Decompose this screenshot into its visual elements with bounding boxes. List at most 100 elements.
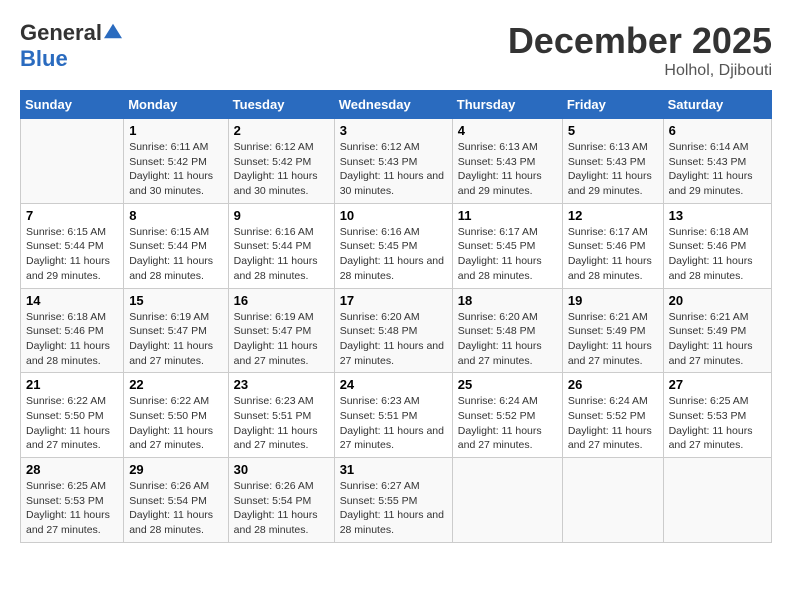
day-number: 1 [129, 123, 222, 138]
calendar-header-row: SundayMondayTuesdayWednesdayThursdayFrid… [21, 91, 772, 119]
cell-info: Sunrise: 6:27 AMSunset: 5:55 PMDaylight:… [340, 479, 447, 538]
calendar-cell [663, 458, 771, 543]
day-number: 5 [568, 123, 658, 138]
day-header-tuesday: Tuesday [228, 91, 334, 119]
cell-info: Sunrise: 6:13 AMSunset: 5:43 PMDaylight:… [568, 140, 658, 199]
calendar-cell: 31 Sunrise: 6:27 AMSunset: 5:55 PMDaylig… [334, 458, 452, 543]
day-header-monday: Monday [124, 91, 228, 119]
calendar-cell: 13 Sunrise: 6:18 AMSunset: 5:46 PMDaylig… [663, 203, 771, 288]
day-number: 28 [26, 462, 118, 477]
cell-info: Sunrise: 6:22 AMSunset: 5:50 PMDaylight:… [129, 394, 222, 453]
title-section: December 2025 Holhol, Djibouti [508, 20, 772, 80]
calendar-table: SundayMondayTuesdayWednesdayThursdayFrid… [20, 90, 772, 543]
calendar-cell: 28 Sunrise: 6:25 AMSunset: 5:53 PMDaylig… [21, 458, 124, 543]
calendar-cell: 14 Sunrise: 6:18 AMSunset: 5:46 PMDaylig… [21, 288, 124, 373]
day-header-sunday: Sunday [21, 91, 124, 119]
day-number: 17 [340, 293, 447, 308]
cell-info: Sunrise: 6:25 AMSunset: 5:53 PMDaylight:… [26, 479, 118, 538]
cell-info: Sunrise: 6:21 AMSunset: 5:49 PMDaylight:… [568, 310, 658, 369]
day-number: 12 [568, 208, 658, 223]
calendar-cell: 19 Sunrise: 6:21 AMSunset: 5:49 PMDaylig… [562, 288, 663, 373]
calendar-cell: 1 Sunrise: 6:11 AMSunset: 5:42 PMDayligh… [124, 119, 228, 204]
calendar-cell: 25 Sunrise: 6:24 AMSunset: 5:52 PMDaylig… [452, 373, 562, 458]
calendar-week-row: 7 Sunrise: 6:15 AMSunset: 5:44 PMDayligh… [21, 203, 772, 288]
calendar-cell: 21 Sunrise: 6:22 AMSunset: 5:50 PMDaylig… [21, 373, 124, 458]
day-header-saturday: Saturday [663, 91, 771, 119]
cell-info: Sunrise: 6:19 AMSunset: 5:47 PMDaylight:… [129, 310, 222, 369]
day-number: 9 [234, 208, 329, 223]
calendar-cell: 30 Sunrise: 6:26 AMSunset: 5:54 PMDaylig… [228, 458, 334, 543]
calendar-cell: 3 Sunrise: 6:12 AMSunset: 5:43 PMDayligh… [334, 119, 452, 204]
day-number: 15 [129, 293, 222, 308]
day-number: 23 [234, 377, 329, 392]
calendar-cell: 15 Sunrise: 6:19 AMSunset: 5:47 PMDaylig… [124, 288, 228, 373]
day-number: 26 [568, 377, 658, 392]
calendar-cell: 22 Sunrise: 6:22 AMSunset: 5:50 PMDaylig… [124, 373, 228, 458]
cell-info: Sunrise: 6:21 AMSunset: 5:49 PMDaylight:… [669, 310, 766, 369]
day-number: 24 [340, 377, 447, 392]
cell-info: Sunrise: 6:20 AMSunset: 5:48 PMDaylight:… [458, 310, 557, 369]
cell-info: Sunrise: 6:12 AMSunset: 5:43 PMDaylight:… [340, 140, 447, 199]
cell-info: Sunrise: 6:16 AMSunset: 5:44 PMDaylight:… [234, 225, 329, 284]
day-number: 7 [26, 208, 118, 223]
cell-info: Sunrise: 6:14 AMSunset: 5:43 PMDaylight:… [669, 140, 766, 199]
cell-info: Sunrise: 6:23 AMSunset: 5:51 PMDaylight:… [340, 394, 447, 453]
calendar-cell: 27 Sunrise: 6:25 AMSunset: 5:53 PMDaylig… [663, 373, 771, 458]
day-header-wednesday: Wednesday [334, 91, 452, 119]
calendar-week-row: 14 Sunrise: 6:18 AMSunset: 5:46 PMDaylig… [21, 288, 772, 373]
day-number: 18 [458, 293, 557, 308]
cell-info: Sunrise: 6:18 AMSunset: 5:46 PMDaylight:… [26, 310, 118, 369]
day-number: 30 [234, 462, 329, 477]
cell-info: Sunrise: 6:15 AMSunset: 5:44 PMDaylight:… [129, 225, 222, 284]
day-number: 10 [340, 208, 447, 223]
day-number: 2 [234, 123, 329, 138]
logo-icon [104, 22, 122, 40]
calendar-cell: 18 Sunrise: 6:20 AMSunset: 5:48 PMDaylig… [452, 288, 562, 373]
cell-info: Sunrise: 6:22 AMSunset: 5:50 PMDaylight:… [26, 394, 118, 453]
cell-info: Sunrise: 6:17 AMSunset: 5:45 PMDaylight:… [458, 225, 557, 284]
day-number: 21 [26, 377, 118, 392]
cell-info: Sunrise: 6:26 AMSunset: 5:54 PMDaylight:… [234, 479, 329, 538]
logo-general-text: General [20, 20, 102, 46]
day-number: 27 [669, 377, 766, 392]
cell-info: Sunrise: 6:24 AMSunset: 5:52 PMDaylight:… [458, 394, 557, 453]
calendar-cell: 11 Sunrise: 6:17 AMSunset: 5:45 PMDaylig… [452, 203, 562, 288]
cell-info: Sunrise: 6:13 AMSunset: 5:43 PMDaylight:… [458, 140, 557, 199]
cell-info: Sunrise: 6:16 AMSunset: 5:45 PMDaylight:… [340, 225, 447, 284]
calendar-cell: 17 Sunrise: 6:20 AMSunset: 5:48 PMDaylig… [334, 288, 452, 373]
day-number: 25 [458, 377, 557, 392]
cell-info: Sunrise: 6:20 AMSunset: 5:48 PMDaylight:… [340, 310, 447, 369]
cell-info: Sunrise: 6:11 AMSunset: 5:42 PMDaylight:… [129, 140, 222, 199]
cell-info: Sunrise: 6:12 AMSunset: 5:42 PMDaylight:… [234, 140, 329, 199]
day-number: 14 [26, 293, 118, 308]
day-number: 8 [129, 208, 222, 223]
day-number: 20 [669, 293, 766, 308]
day-number: 19 [568, 293, 658, 308]
day-number: 16 [234, 293, 329, 308]
cell-info: Sunrise: 6:25 AMSunset: 5:53 PMDaylight:… [669, 394, 766, 453]
day-number: 4 [458, 123, 557, 138]
calendar-week-row: 1 Sunrise: 6:11 AMSunset: 5:42 PMDayligh… [21, 119, 772, 204]
location: Holhol, Djibouti [508, 62, 772, 80]
calendar-cell: 16 Sunrise: 6:19 AMSunset: 5:47 PMDaylig… [228, 288, 334, 373]
calendar-week-row: 21 Sunrise: 6:22 AMSunset: 5:50 PMDaylig… [21, 373, 772, 458]
cell-info: Sunrise: 6:24 AMSunset: 5:52 PMDaylight:… [568, 394, 658, 453]
calendar-week-row: 28 Sunrise: 6:25 AMSunset: 5:53 PMDaylig… [21, 458, 772, 543]
calendar-cell: 4 Sunrise: 6:13 AMSunset: 5:43 PMDayligh… [452, 119, 562, 204]
day-number: 29 [129, 462, 222, 477]
day-number: 6 [669, 123, 766, 138]
cell-info: Sunrise: 6:19 AMSunset: 5:47 PMDaylight:… [234, 310, 329, 369]
calendar-cell: 29 Sunrise: 6:26 AMSunset: 5:54 PMDaylig… [124, 458, 228, 543]
calendar-cell: 24 Sunrise: 6:23 AMSunset: 5:51 PMDaylig… [334, 373, 452, 458]
cell-info: Sunrise: 6:23 AMSunset: 5:51 PMDaylight:… [234, 394, 329, 453]
day-header-thursday: Thursday [452, 91, 562, 119]
cell-info: Sunrise: 6:17 AMSunset: 5:46 PMDaylight:… [568, 225, 658, 284]
calendar-cell: 2 Sunrise: 6:12 AMSunset: 5:42 PMDayligh… [228, 119, 334, 204]
calendar-cell: 23 Sunrise: 6:23 AMSunset: 5:51 PMDaylig… [228, 373, 334, 458]
logo: General Blue [20, 20, 122, 72]
day-number: 3 [340, 123, 447, 138]
calendar-cell: 12 Sunrise: 6:17 AMSunset: 5:46 PMDaylig… [562, 203, 663, 288]
calendar-cell: 20 Sunrise: 6:21 AMSunset: 5:49 PMDaylig… [663, 288, 771, 373]
calendar-cell: 26 Sunrise: 6:24 AMSunset: 5:52 PMDaylig… [562, 373, 663, 458]
calendar-cell [452, 458, 562, 543]
